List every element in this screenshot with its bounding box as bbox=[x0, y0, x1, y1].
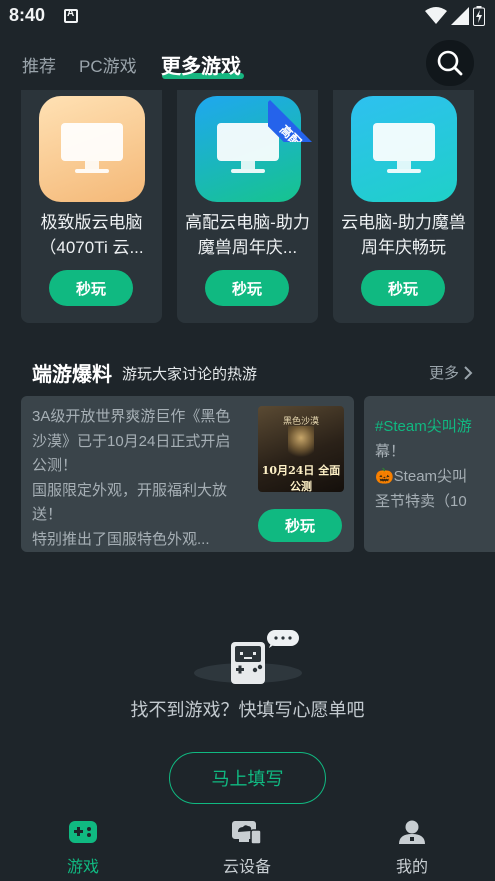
card-title: 云电脑-助力魔兽周年庆畅玩 bbox=[341, 213, 466, 257]
status-time: 8:40 bbox=[9, 5, 46, 25]
instant-play-button[interactable]: 秒玩 bbox=[49, 270, 133, 306]
search-button[interactable] bbox=[426, 40, 474, 86]
card-title: 高配云电脑-助力魔兽周年庆... bbox=[185, 213, 310, 257]
news-card[interactable]: #Steam尖叫游 幕！ 🎃Steam尖叫 圣节特卖（10 bbox=[364, 396, 495, 552]
instant-play-button[interactable]: 秒玩 bbox=[205, 270, 289, 306]
news-body: 幕！ 🎃Steam尖叫 圣节特卖（10 bbox=[375, 443, 468, 510]
card-title: 极致版云电脑（4070Ti 云... bbox=[39, 213, 144, 257]
computer-icon bbox=[351, 96, 457, 202]
nav-label: 云设备 bbox=[222, 859, 271, 876]
nav-item-cloud-devices[interactable]: 云设备 bbox=[187, 808, 307, 881]
game-thumbnail[interactable]: 黑色沙漠 10月24日 全面公测 bbox=[258, 406, 344, 492]
section-header: 端游爆料 游玩大家讨论的热游 更多 bbox=[0, 355, 495, 389]
tab-pc-games[interactable]: PC游戏 bbox=[79, 52, 137, 77]
wifi-icon bbox=[425, 7, 447, 24]
wishlist-message: 找不到游戏？快填写心愿单吧 bbox=[130, 700, 365, 720]
more-link[interactable]: 更多 bbox=[429, 362, 459, 383]
bottom-nav: 游戏 云设备 我的 bbox=[0, 808, 495, 881]
cloud-pc-card[interactable]: 高配 高配云电脑-助力魔兽周年庆... 秒玩 bbox=[177, 90, 318, 323]
cloud-device-icon bbox=[231, 818, 263, 846]
cloud-pc-card[interactable]: 云电脑-助力魔兽周年庆畅玩 秒玩 bbox=[333, 90, 474, 323]
status-icons bbox=[425, 6, 485, 26]
news-carousel[interactable]: 3A级开放世界爽游巨作《黑色沙漠》已于10月24日正式开启公测！ 国服限定外观，… bbox=[0, 396, 495, 554]
top-tab-bar: 推荐 PC游戏 更多游戏 bbox=[0, 40, 495, 90]
cloud-pc-card[interactable]: 极致版云电脑（4070Ti 云... 秒玩 bbox=[21, 90, 162, 323]
profile-icon bbox=[396, 818, 428, 846]
thumb-date: 10月24日 全面公测 bbox=[261, 464, 341, 492]
nav-label: 我的 bbox=[395, 859, 428, 876]
tab-recommend[interactable]: 推荐 bbox=[22, 52, 56, 77]
computer-icon bbox=[39, 96, 145, 202]
high-config-badge: 高配 bbox=[268, 90, 318, 142]
notification-a-icon bbox=[64, 8, 78, 23]
news-card[interactable]: 3A级开放世界爽游巨作《黑色沙漠》已于10月24日正式开启公测！ 国服限定外观，… bbox=[21, 396, 354, 552]
nav-item-profile[interactable]: 我的 bbox=[352, 808, 472, 881]
tab-more-games[interactable]: 更多游戏 bbox=[161, 50, 241, 79]
news-hashtag: #Steam尖叫游 bbox=[375, 418, 472, 435]
nav-item-games[interactable]: 游戏 bbox=[23, 808, 143, 881]
search-icon bbox=[437, 50, 463, 76]
section-title: 端游爆料 bbox=[32, 364, 112, 386]
signal-icon bbox=[451, 7, 469, 25]
warrior-figure bbox=[288, 426, 314, 460]
instant-play-button[interactable]: 秒玩 bbox=[258, 509, 342, 542]
handheld-console-icon bbox=[194, 630, 302, 684]
cloud-pc-cards: 极致版云电脑（4070Ti 云... 秒玩 高配 高配云电脑-助力魔兽周年庆..… bbox=[0, 90, 495, 324]
news-text: #Steam尖叫游 幕！ 🎃Steam尖叫 圣节特卖（10 bbox=[375, 414, 495, 514]
instant-play-button[interactable]: 秒玩 bbox=[361, 270, 445, 306]
section-subtitle: 游玩大家讨论的热游 bbox=[122, 366, 258, 383]
battery-icon bbox=[473, 6, 485, 26]
nav-label: 游戏 bbox=[66, 859, 99, 876]
status-bar: 8:40 bbox=[0, 0, 495, 34]
chevron-right-icon[interactable] bbox=[463, 365, 473, 381]
news-text: 3A级开放世界爽游巨作《黑色沙漠》已于10月24日正式开启公测！ 国服限定外观，… bbox=[32, 408, 231, 547]
gamepad-icon bbox=[67, 818, 99, 846]
fill-wishlist-button[interactable]: 马上填写 bbox=[169, 752, 326, 804]
